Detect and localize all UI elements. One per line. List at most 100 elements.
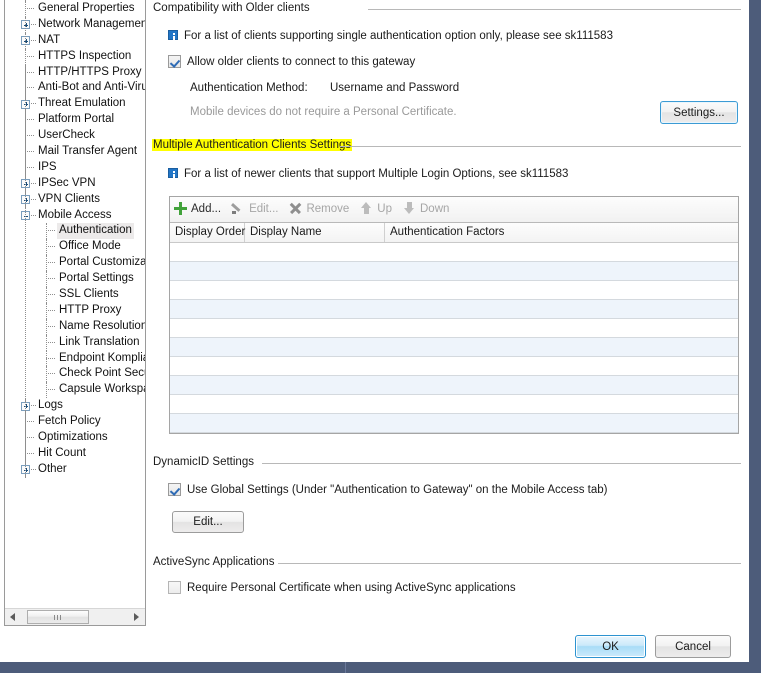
sidebar-item-label: HTTP Proxy (59, 303, 122, 316)
tree-connector (46, 341, 55, 344)
tree-connector (31, 468, 36, 471)
sidebar-item-label: Authentication (57, 223, 134, 240)
table-down-button[interactable]: Down (399, 197, 456, 222)
multiple-auth-info-text: For a list of newer clients that support… (184, 168, 569, 180)
tree-connector (46, 246, 55, 248)
allow-older-clients-row[interactable]: Allow older clients to connect to this g… (168, 55, 415, 68)
column-header-display-order[interactable]: Display Order (170, 223, 245, 242)
cancel-button[interactable]: Cancel (655, 635, 731, 658)
sidebar-item-label: Threat Emulation (38, 97, 126, 110)
table-button-label: Down (420, 203, 450, 215)
table-row[interactable] (170, 395, 738, 414)
activesync-group: ActiveSync Applications (150, 556, 749, 571)
arrow-down-icon (402, 201, 417, 215)
multiple-auth-group-header: Multiple Authentication Clients Settings (150, 139, 749, 154)
table-body[interactable] (170, 243, 738, 433)
table-row[interactable] (170, 338, 738, 357)
activesync-group-header: ActiveSync Applications (150, 556, 749, 571)
scroll-right-arrow-icon[interactable] (128, 609, 145, 625)
scroll-left-arrow-icon[interactable] (5, 609, 22, 625)
sidebar-item-label: Platform Portal (38, 113, 115, 126)
window-bottom-border (0, 662, 761, 673)
sidebar-item-label: Check Point Secur (59, 367, 145, 380)
table-row[interactable] (170, 300, 738, 319)
sidebar-item-label: Network Management (38, 17, 145, 30)
group-divider-line (368, 9, 741, 10)
multiple-auth-info-row: For a list of newer clients that support… (168, 168, 568, 180)
allow-older-clients-checkbox[interactable] (168, 55, 181, 68)
table-edit-button[interactable]: Edit... (228, 197, 285, 222)
table-add-button[interactable]: Add... (170, 197, 228, 222)
x-icon (288, 201, 303, 215)
sidebar-item-label: Portal Customizatio (59, 256, 145, 269)
table-button-label: Up (377, 203, 392, 215)
sidebar-item-label: Fetch Policy (38, 415, 101, 428)
sidebar-horizontal-scrollbar[interactable] (5, 608, 145, 625)
settings-tree[interactable]: General Properties Network Management NAT H… (5, 0, 145, 608)
require-personal-certificate-checkbox[interactable] (168, 581, 181, 594)
use-global-settings-checkbox[interactable] (168, 483, 181, 496)
tree-connector (46, 373, 55, 375)
sidebar-item-label: VPN Clients (38, 192, 100, 205)
table-remove-button[interactable]: Remove (285, 197, 356, 222)
sidebar-item-label: Mobile Access (38, 208, 112, 221)
group-divider-line (278, 563, 741, 564)
sidebar-item-label: Link Translation (59, 335, 140, 348)
info-icon (168, 30, 178, 40)
window-right-border (749, 0, 761, 673)
compatibility-group: Compatibility with Older clients (150, 2, 749, 17)
sidebar-item-label: Mail Transfer Agent (38, 145, 138, 158)
table-row[interactable] (170, 243, 738, 262)
tree-connector (46, 294, 55, 296)
table-row[interactable] (170, 376, 738, 395)
authentication-method-value: Username and Password (330, 82, 460, 94)
compatibility-info-row: For a list of clients supporting single … (168, 30, 613, 42)
table-up-button[interactable]: Up (356, 197, 399, 222)
sidebar-item-label: Office Mode (59, 240, 121, 253)
sidebar-item-label: Name Resolution (59, 319, 145, 332)
compatibility-group-title: Compatibility with Older clients (153, 2, 310, 14)
activesync-group-title: ActiveSync Applications (153, 556, 275, 568)
plus-icon (173, 201, 188, 215)
group-divider-line (340, 146, 741, 147)
authentication-settings-pane: Compatibility with Older clients For a l… (150, 0, 749, 662)
table-row[interactable] (170, 319, 738, 338)
sidebar-item-label: Portal Settings (59, 272, 134, 285)
ok-button[interactable]: OK (575, 635, 646, 658)
table-toolbar[interactable]: Add... Edit... Remove Up Down (170, 197, 738, 223)
table-row[interactable] (170, 414, 738, 433)
dynamicid-edit-button[interactable]: Edit... (172, 511, 244, 533)
scrollbar-thumb[interactable] (27, 610, 89, 624)
sidebar-item-label: Anti-Bot and Anti-Virus (38, 81, 145, 94)
table-row[interactable] (170, 357, 738, 376)
tree-connector (31, 405, 36, 407)
table-row[interactable] (170, 281, 738, 300)
tree-connector (46, 357, 55, 360)
column-header-display-name[interactable]: Display Name (245, 223, 385, 242)
multiple-auth-group-title: Multiple Authentication Clients Settings (152, 139, 353, 151)
sidebar-item-label: HTTPS Inspection (38, 49, 132, 62)
sidebar-item-label: Optimizations (38, 431, 108, 444)
navigation-sidebar[interactable]: General Properties Network Management NAT H… (4, 0, 146, 626)
tree-connector (31, 39, 36, 42)
table-button-label: Remove (306, 203, 350, 215)
tree-connector (46, 325, 55, 328)
require-personal-certificate-label: Require Personal Certificate when using … (187, 582, 516, 594)
arrow-up-icon (359, 201, 374, 215)
pencil-icon (231, 201, 246, 215)
group-divider-line (262, 463, 741, 464)
require-personal-certificate-row[interactable]: Require Personal Certificate when using … (168, 581, 516, 594)
tree-connector (31, 214, 36, 217)
tree-connector (46, 262, 55, 264)
column-header-authentication-factors[interactable]: Authentication Factors (385, 223, 738, 242)
sidebar-item-label: Capsule Workspac (59, 383, 145, 396)
table-button-label: Add... (191, 203, 222, 215)
table-row[interactable] (170, 262, 738, 281)
tree-connector (31, 23, 36, 26)
sidebar-item-label: Hit Count (38, 446, 86, 459)
use-global-settings-row[interactable]: Use Global Settings (Under "Authenticati… (168, 483, 607, 496)
window-bottom-notch (345, 662, 346, 673)
mobile-devices-note: Mobile devices do not require a Personal… (190, 106, 457, 118)
multiple-login-options-table[interactable]: Add... Edit... Remove Up Down Display Order D… (169, 196, 739, 434)
settings-button[interactable]: Settings... (660, 101, 738, 124)
